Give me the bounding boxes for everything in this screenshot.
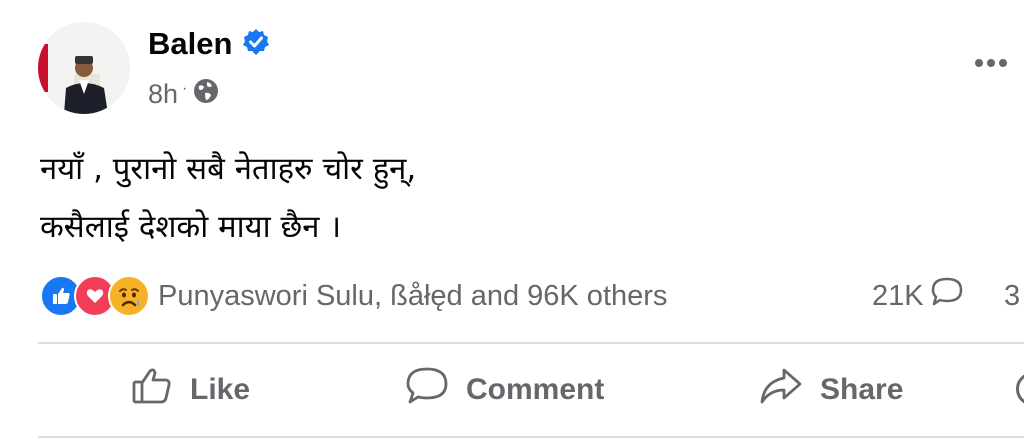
post-text-line: नयाँ , पुरानो सबै नेताहरु चोर हुन्, bbox=[40, 151, 417, 187]
reaction-icons bbox=[40, 275, 150, 317]
post-text-line: कसैलाई देशको माया छैन । bbox=[40, 209, 342, 245]
like-label: Like bbox=[190, 373, 251, 406]
comment-bubble-icon bbox=[930, 276, 964, 316]
verified-badge-icon bbox=[242, 28, 270, 60]
profile-switch-icon[interactable] bbox=[1016, 372, 1024, 406]
avatar-photo bbox=[38, 22, 130, 114]
divider-bottom bbox=[38, 436, 1024, 438]
like-icon bbox=[130, 364, 174, 416]
comment-count[interactable]: 21K bbox=[872, 272, 964, 320]
share-label: Share bbox=[820, 373, 904, 406]
share-icon bbox=[758, 364, 804, 416]
comment-count-value: 21K bbox=[872, 279, 924, 312]
more-options-icon[interactable] bbox=[968, 48, 1014, 78]
post-meta: 8h · bbox=[148, 78, 219, 111]
comment-button[interactable]: Comment bbox=[404, 362, 604, 418]
comment-label: Comment bbox=[466, 373, 605, 406]
like-button[interactable]: Like bbox=[130, 362, 250, 418]
more-dot bbox=[987, 59, 995, 67]
divider-top bbox=[38, 342, 1024, 344]
post-header: Balen bbox=[148, 26, 270, 62]
author-name[interactable]: Balen bbox=[148, 26, 232, 62]
more-dot bbox=[999, 59, 1007, 67]
more-dot bbox=[975, 59, 983, 67]
share-button[interactable]: Share bbox=[758, 362, 903, 418]
share-count[interactable]: 3 bbox=[1004, 272, 1020, 320]
post-time[interactable]: 8h bbox=[148, 79, 178, 110]
reactions-summary[interactable]: Punyaswori Sulu, ßåłęd and 96K others bbox=[158, 280, 667, 313]
meta-separator: · bbox=[182, 79, 188, 97]
globe-icon[interactable] bbox=[193, 78, 219, 111]
share-count-value: 3 bbox=[1004, 279, 1021, 312]
sad-reaction-icon bbox=[108, 275, 150, 317]
author-avatar[interactable] bbox=[38, 22, 130, 114]
comment-icon bbox=[404, 364, 450, 416]
post-body: नयाँ , पुरानो सबै नेताहरु चोर हुन्, कसैल… bbox=[40, 140, 1000, 256]
